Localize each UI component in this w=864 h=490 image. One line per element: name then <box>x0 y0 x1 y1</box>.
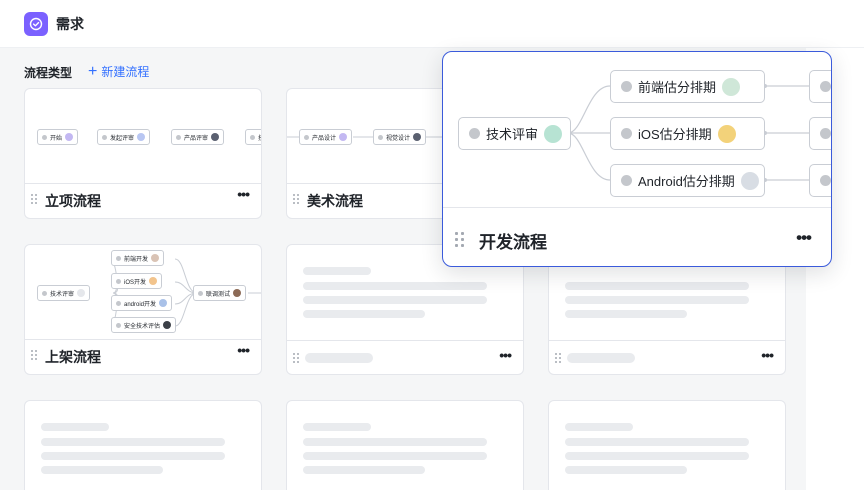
avatar <box>137 133 146 141</box>
flow-card-shangjia[interactable]: 技术评审 前端开发 iOS开发 android开发 安全技术评估 联调测试 上架… <box>24 244 262 375</box>
card-name: 立项流程 <box>45 193 101 209</box>
avatar <box>339 133 348 141</box>
avatar <box>413 133 422 141</box>
check-circle-icon <box>24 12 48 36</box>
page-title: 需求 <box>56 16 84 32</box>
drag-handle-icon[interactable] <box>555 353 561 363</box>
flow-node: 技 <box>245 129 261 145</box>
avatar <box>544 124 563 143</box>
flow-node: 视觉设计 <box>373 129 427 145</box>
flow-preview: 技术评审 前端估分排期 iOS估分排期 Android估分排期 <box>443 52 831 208</box>
flow-card-lixiang[interactable]: 开始 发起评审 产品评审 技 立项流程 ••• <box>24 88 262 219</box>
flow-node <box>809 117 831 150</box>
flow-node: iOS估分排期 <box>610 117 765 150</box>
flow-node: android开发 <box>111 295 173 311</box>
flow-card-kaifa-focused[interactable]: 技术评审 前端估分排期 iOS估分排期 Android估分排期 开发流程 ••• <box>442 51 832 267</box>
skeleton-card <box>286 400 524 490</box>
drag-handle-icon[interactable] <box>293 194 299 204</box>
avatar <box>233 289 242 297</box>
drag-handle-icon[interactable] <box>31 194 37 204</box>
new-flow-button[interactable]: + 新建流程 <box>88 63 149 80</box>
flow-node: iOS开发 <box>111 273 163 289</box>
flow-node: 前端估分排期 <box>610 70 765 103</box>
app-header: 需求 <box>0 0 864 48</box>
flow-preview: 开始 发起评审 产品评审 技 <box>25 89 261 184</box>
card-name: 开发流程 <box>479 233 547 252</box>
avatar <box>722 77 741 96</box>
avatar <box>77 289 86 297</box>
more-icon[interactable]: ••• <box>499 347 512 363</box>
more-icon[interactable]: ••• <box>237 186 250 202</box>
flow-node: 技术评审 <box>458 117 572 150</box>
card-name: 上架流程 <box>45 349 101 365</box>
flow-node <box>809 70 831 103</box>
flow-node: 产品评审 <box>171 129 225 145</box>
drag-handle-icon[interactable] <box>293 353 299 363</box>
avatar <box>149 277 158 285</box>
drag-handle-icon[interactable] <box>455 232 464 247</box>
plus-icon: + <box>88 62 98 80</box>
flow-node: 技术评审 <box>37 285 91 301</box>
avatar <box>159 299 168 307</box>
flow-node: 开始 <box>37 129 79 145</box>
skeleton-card <box>24 400 262 490</box>
flow-node: 发起评审 <box>97 129 151 145</box>
card-name: 美术流程 <box>307 193 363 209</box>
avatar <box>740 171 759 190</box>
avatar <box>163 321 172 329</box>
flow-node: 产品设计 <box>299 129 353 145</box>
flow-node: 联调测试 <box>193 285 247 301</box>
card-footer: 立项流程 ••• <box>25 182 261 218</box>
flow-node: Android估分排期 <box>610 164 765 197</box>
flow-node: 前端开发 <box>111 250 165 266</box>
card-footer: 上架流程 ••• <box>25 338 261 374</box>
flow-node: 安全技术评估 <box>111 317 177 333</box>
flow-preview: 技术评审 前端开发 iOS开发 android开发 安全技术评估 联调测试 <box>25 245 261 340</box>
flow-node <box>809 164 831 197</box>
avatar <box>151 254 160 262</box>
avatar <box>717 124 736 143</box>
avatar <box>65 133 74 141</box>
drag-handle-icon[interactable] <box>31 350 37 360</box>
avatar <box>211 133 220 141</box>
skeleton-card <box>548 400 786 490</box>
more-icon[interactable]: ••• <box>761 347 774 363</box>
new-flow-label: 新建流程 <box>101 65 150 79</box>
section-title: 流程类型 <box>24 66 73 80</box>
more-icon[interactable]: ••• <box>796 228 812 248</box>
more-icon[interactable]: ••• <box>237 342 250 358</box>
